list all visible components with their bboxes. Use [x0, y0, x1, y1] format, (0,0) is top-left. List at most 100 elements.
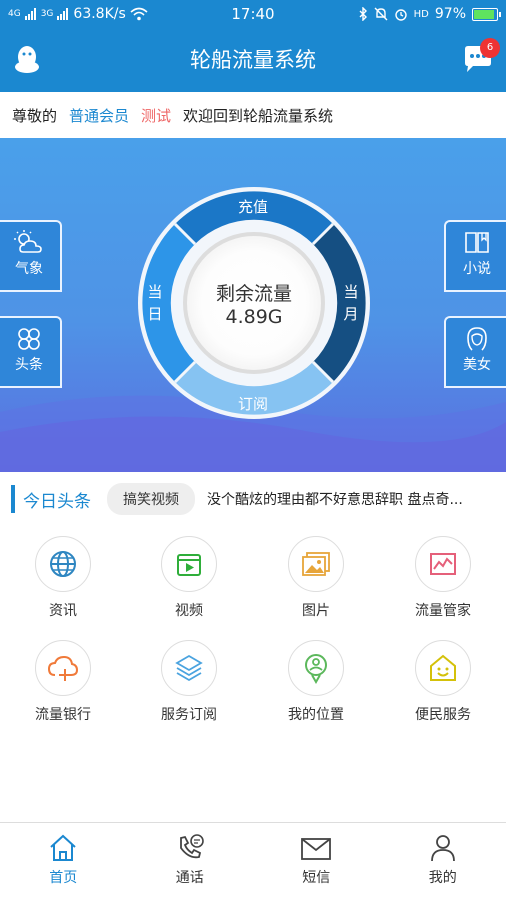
battery-fill: [474, 9, 495, 19]
battery-icon: [472, 7, 501, 21]
tab-calls-label: 通话: [175, 870, 204, 886]
tab-calls[interactable]: 通话: [127, 823, 254, 900]
video-icon: [177, 554, 201, 576]
dial-label-recharge: 充值: [238, 198, 269, 216]
signal-3g-icon: 3G: [40, 8, 54, 19]
headlines-button[interactable]: 头条: [0, 316, 62, 388]
dial-label-month: 当 月: [342, 281, 360, 325]
page-title: 轮船流量系统: [190, 48, 316, 72]
network-speed: 63.8K/s: [73, 6, 126, 22]
location-icon: [305, 654, 327, 684]
status-left: 4G 3G 63.8K/s: [8, 6, 148, 22]
service-video-label: 视频: [175, 603, 203, 619]
tab-home-label: 首页: [49, 870, 78, 886]
beauty-label: 美女: [463, 357, 491, 373]
dial-label-day-1: 当: [147, 283, 163, 301]
service-subscription-label: 服务订阅: [161, 707, 217, 723]
welcome-bar: 尊敬的 普通会员 测试 欢迎回到轮船流量系统: [0, 92, 506, 138]
service-pictures-circle: [288, 536, 344, 592]
signal-4g-label: 4G: [8, 8, 21, 19]
tab-sms[interactable]: 短信: [253, 823, 380, 900]
clover-icon: [18, 328, 40, 350]
tab-mine-label: 我的: [428, 870, 457, 886]
service-traffic-manager[interactable]: 流量管家: [380, 536, 506, 620]
bluetooth-icon: [359, 7, 367, 21]
novel-label: 小说: [463, 261, 491, 277]
welcome-greeting: 尊敬的: [12, 106, 58, 125]
dial-label-day: 当 日: [146, 281, 164, 325]
username: 测试: [141, 106, 172, 125]
layers-icon: [175, 654, 203, 682]
dial-label-month-2: 月: [343, 305, 359, 323]
signal-4g-icon: 4G: [8, 8, 21, 19]
pictures-icon: [302, 552, 330, 576]
hd-label: HD: [413, 8, 429, 20]
news-headline[interactable]: 没个酷炫的理由都不好意思辞职 盘点奇...: [207, 489, 477, 509]
cloud-plus-icon: [47, 655, 79, 681]
news-accent-bar: [11, 485, 15, 513]
weather-button[interactable]: 气象: [0, 220, 62, 292]
home-icon: [50, 834, 76, 861]
book-icon: [465, 232, 489, 253]
service-convenience-circle: [415, 640, 471, 696]
service-subscription-circle: [161, 640, 217, 696]
tab-sms-label: 短信: [302, 870, 331, 886]
signal-bars-icon: [24, 8, 36, 20]
service-traffic-manager-circle: [415, 536, 471, 592]
status-bar: 4G 3G 63.8K/s 17:40 HD 97%: [0, 0, 506, 28]
bottom-tab-bar: 首页 通话 短信 我的: [0, 822, 506, 900]
battery-percent: 97%: [434, 6, 466, 22]
woman-icon: [467, 327, 487, 351]
wifi-icon: [130, 7, 148, 21]
service-location-label: 我的位置: [288, 707, 344, 723]
service-news-label: 资讯: [49, 603, 77, 619]
service-traffic-bank[interactable]: 流量银行: [0, 640, 126, 724]
service-location-circle: [288, 640, 344, 696]
welcome-message: 欢迎回到轮船流量系统: [183, 106, 334, 125]
service-video-circle: [161, 536, 217, 592]
dial-label-day-2: 日: [147, 305, 163, 323]
tab-mine[interactable]: 我的: [380, 823, 506, 900]
remaining-traffic[interactable]: 剩余流量 4.89G: [183, 232, 325, 374]
weather-icon: [14, 230, 42, 253]
member-level[interactable]: 普通会员: [69, 105, 129, 126]
mute-bell-icon: [374, 7, 388, 21]
hd-call-icon: HD: [414, 9, 429, 20]
service-pictures-label: 图片: [302, 603, 330, 619]
remaining-traffic-value: 4.89G: [225, 305, 283, 328]
dial-label-month-1: 当: [343, 283, 359, 301]
service-convenience-label: 便民服务: [415, 707, 471, 723]
dial-label-subscribe: 订阅: [238, 395, 269, 413]
service-traffic-bank-label: 流量银行: [35, 707, 91, 723]
app-bar: 轮船流量系统 6: [0, 28, 506, 92]
service-convenience[interactable]: 便民服务: [380, 640, 506, 724]
smile-house-icon: [430, 654, 456, 681]
tab-home[interactable]: 首页: [0, 823, 127, 900]
service-location[interactable]: 我的位置: [253, 640, 379, 724]
globe-icon: [50, 551, 76, 577]
service-traffic-bank-circle: [35, 640, 91, 696]
service-news[interactable]: 资讯: [0, 536, 126, 620]
novel-button[interactable]: 小说: [444, 220, 506, 292]
chart-icon: [430, 553, 456, 575]
person-icon: [430, 835, 455, 862]
remaining-traffic-title: 剩余流量: [215, 282, 292, 305]
service-news-circle: [35, 536, 91, 592]
headlines-label: 头条: [15, 357, 43, 373]
signal-bars-icon: [57, 8, 69, 20]
service-pictures[interactable]: 图片: [253, 536, 379, 620]
service-video[interactable]: 视频: [126, 536, 252, 620]
news-heading: 今日头条: [23, 491, 91, 512]
hero-panel: 气象 头条 小说 美女 充值 当 日 当 月 订阅 剩余流量 4.89G: [0, 138, 506, 472]
beauty-button[interactable]: 美女: [444, 316, 506, 388]
alarm-icon: [394, 9, 407, 21]
service-subscription[interactable]: 服务订阅: [126, 640, 252, 724]
news-ticker: 今日头条 搞笑视频 没个酷炫的理由都不好意思辞职 盘点奇...: [0, 472, 506, 526]
message-badge: 6: [480, 38, 500, 58]
news-tag[interactable]: 搞笑视频: [107, 483, 195, 515]
weather-label: 气象: [15, 261, 43, 277]
mail-icon: [301, 838, 332, 860]
status-right: HD 97%: [358, 6, 501, 22]
service-traffic-manager-label: 流量管家: [415, 603, 471, 619]
signal-3g-label: 3G: [40, 8, 54, 19]
